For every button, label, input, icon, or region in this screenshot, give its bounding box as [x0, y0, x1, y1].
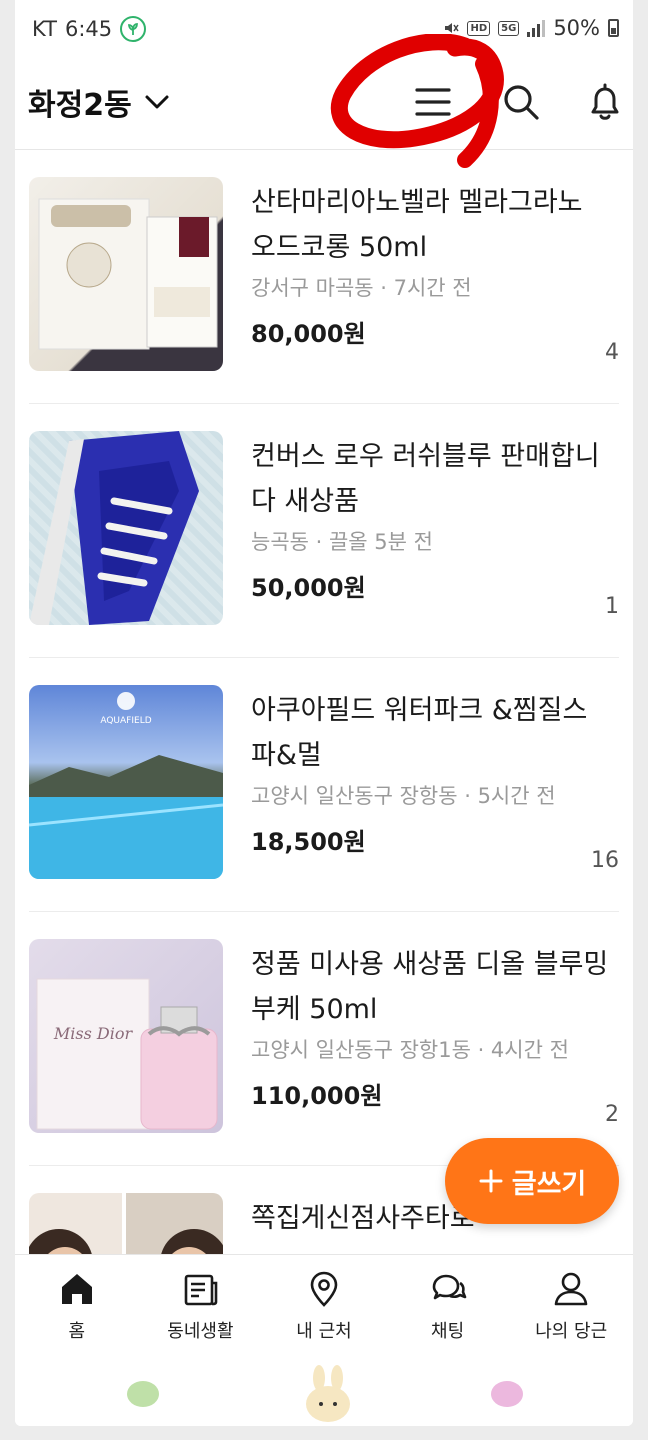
- listing-feed[interactable]: 산타마리아노벨라 멜라그라노 오드코롱 50ml 강서구 마곡동 · 7시간 전…: [15, 150, 633, 1387]
- hd-badge: HD: [467, 20, 491, 36]
- tab-label: 나의 당근: [535, 1321, 608, 1342]
- status-bar: KT 6:45 HD 5G 50%: [15, 0, 633, 58]
- listing-count: 2: [605, 1102, 619, 1127]
- aquafield-logo-text: AQUAFIELD: [100, 716, 151, 726]
- tab-chat[interactable]: 채팅: [386, 1255, 510, 1358]
- listing-price: 18,500원: [251, 828, 366, 856]
- tab-label: 채팅: [431, 1321, 465, 1342]
- listing-count: 4: [605, 340, 619, 365]
- listing-price: 50,000원: [251, 574, 366, 602]
- carrier: KT: [32, 17, 57, 41]
- pool-image: AQUAFIELD: [29, 692, 223, 879]
- tab-nearby[interactable]: 내 근처: [262, 1255, 386, 1358]
- product-thumbnail: Miss Dior: [29, 939, 223, 1133]
- listing-title: 컨버스 로우 러쉬블루 판매합니다 새상품: [251, 441, 600, 517]
- battery-level: 50%: [553, 16, 600, 40]
- top-header: 화정2동: [15, 58, 633, 150]
- tab-home[interactable]: 홈: [15, 1255, 139, 1358]
- listing-title: 산타마리아노벨라 멜라그라노 오드코롱 50ml: [251, 187, 583, 263]
- bunny-icon: [306, 1365, 350, 1422]
- tab-neighborhood-life[interactable]: 동네생활: [139, 1255, 263, 1358]
- leaf-icon: [120, 16, 147, 42]
- product-thumbnail: [29, 177, 223, 371]
- listing-count: 16: [591, 848, 619, 873]
- app-screen: KT 6:45 HD 5G 50% 화정2동 산타마리아노벨라 멜라그라노 오드…: [15, 0, 633, 1426]
- location-pin-icon: [310, 1271, 338, 1307]
- signal-icon: [527, 19, 546, 37]
- list-item[interactable]: Miss Dior 정품 미사용 새상품 디올 블루밍 부케 50ml 고양시 …: [29, 912, 619, 1166]
- pink-bean-icon: [491, 1381, 523, 1407]
- bell-icon[interactable]: [583, 80, 627, 124]
- list-item[interactable]: AQUAFIELD 아쿠아필드 워터파크 &찜질스파&멀 고양시 일산동구 장항…: [29, 658, 619, 912]
- chat-icon: [432, 1274, 466, 1300]
- gesture-bar: [15, 1358, 633, 1426]
- listing-title: 정품 미사용 새상품 디올 블루밍 부케 50ml: [251, 949, 609, 1025]
- newspaper-icon: [185, 1274, 218, 1306]
- chevron-down-icon: [145, 95, 169, 109]
- tab-my-carrot[interactable]: 나의 당근: [509, 1255, 633, 1358]
- listing-meta: 능곡동 · 끌올 5분 전: [251, 530, 433, 554]
- location-selector[interactable]: 화정2동: [28, 80, 172, 124]
- perfume-bottle-image: Miss Dior: [36, 978, 218, 1130]
- list-item[interactable]: 산타마리아노벨라 멜라그라노 오드코롱 50ml 강서구 마곡동 · 7시간 전…: [29, 150, 619, 404]
- listing-count: 1: [605, 594, 619, 619]
- listing-meta: 고양시 일산동구 장항동 · 5시간 전: [251, 784, 556, 808]
- perfume-box-image: [38, 198, 218, 350]
- home-icon: [61, 1274, 92, 1304]
- person-icon: [554, 1272, 588, 1306]
- location-label: 화정2동: [28, 88, 132, 123]
- shoe-image: [29, 431, 199, 625]
- product-thumbnail: AQUAFIELD: [29, 685, 223, 879]
- tab-label: 동네생활: [167, 1321, 234, 1342]
- search-icon[interactable]: [499, 80, 543, 124]
- plus-icon: [479, 1169, 503, 1193]
- miss-dior-box-text: Miss Dior: [53, 1024, 134, 1043]
- list-item[interactable]: 컨버스 로우 러쉬블루 판매합니다 새상품 능곡동 · 끌올 5분 전 50,0…: [29, 404, 619, 658]
- write-post-label: 글쓰기: [511, 1168, 587, 1200]
- mute-icon: [445, 23, 460, 33]
- listing-price: 80,000원: [251, 320, 366, 348]
- green-bean-icon: [127, 1381, 159, 1407]
- product-thumbnail: [29, 431, 223, 625]
- menu-icon[interactable]: [411, 80, 455, 124]
- clock: 6:45: [64, 17, 113, 41]
- write-post-button[interactable]: 글쓰기: [445, 1138, 619, 1224]
- listing-price: 110,000원: [251, 1082, 383, 1110]
- battery-icon: [608, 19, 619, 37]
- listing-meta: 고양시 일산동구 장항1동 · 4시간 전: [251, 1038, 569, 1062]
- tab-label: 홈: [68, 1321, 86, 1342]
- listing-meta: 강서구 마곡동 · 7시간 전: [251, 276, 472, 300]
- network-5g-badge: 5G: [498, 20, 520, 36]
- tab-label: 내 근처: [296, 1321, 352, 1342]
- listing-title: 아쿠아필드 워터파크 &찜질스파&멀: [251, 695, 588, 771]
- bottom-nav: 홈 동네생활 내 근처 채팅 나의 당근: [15, 1254, 633, 1358]
